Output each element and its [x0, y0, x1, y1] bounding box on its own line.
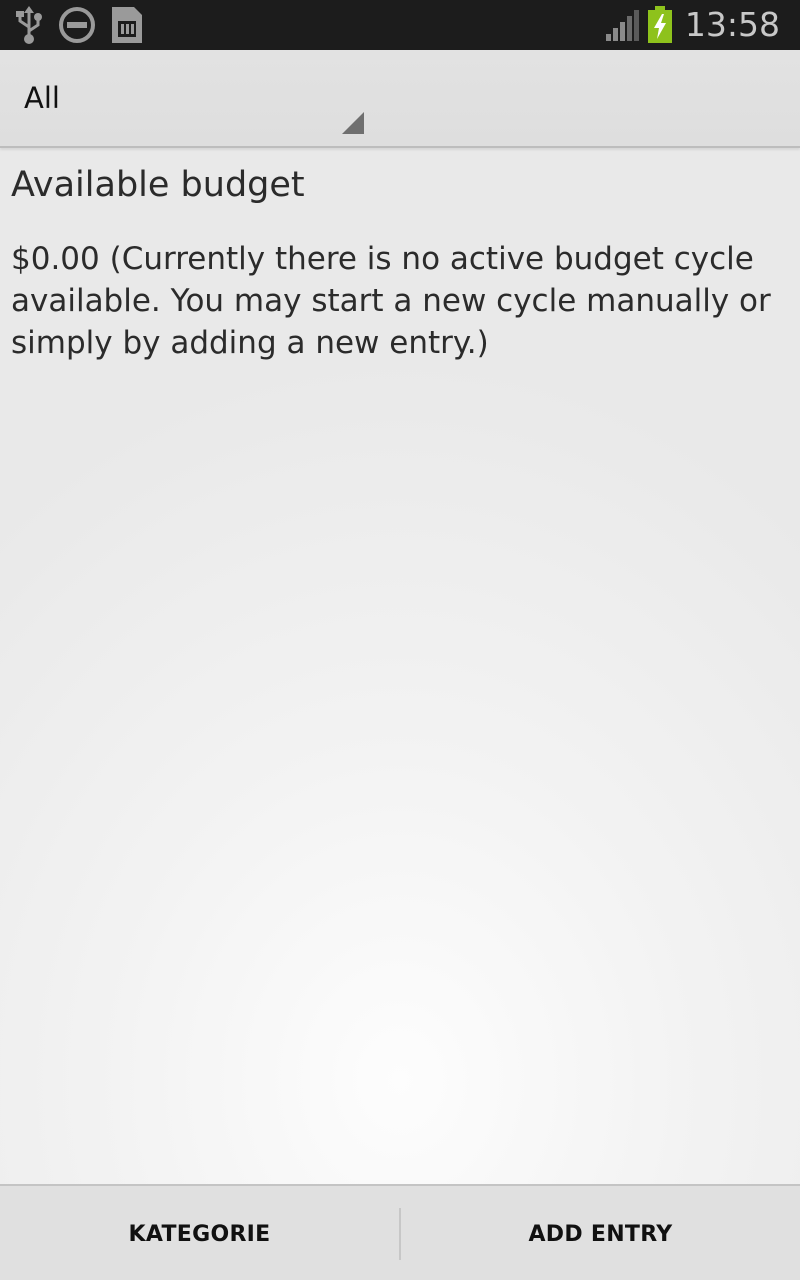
app-screen: 13:58 All Available budget $0.00 (Curren… — [0, 0, 800, 1280]
available-budget-heading: Available budget — [11, 165, 305, 205]
spinner-selected-value: All — [24, 81, 60, 115]
budget-status-message: $0.00 (Currently there is no active budg… — [11, 241, 771, 361]
status-bar: 13:58 — [0, 0, 800, 50]
bottom-button-bar: KATEGORIE ADD ENTRY — [0, 1184, 800, 1280]
dropdown-triangle-icon — [340, 110, 366, 136]
notification-icons — [14, 4, 144, 46]
kategorie-button[interactable]: KATEGORIE — [0, 1186, 399, 1280]
usb-icon — [14, 5, 44, 45]
do-not-disturb-icon — [58, 6, 96, 44]
action-bar: All — [0, 50, 800, 148]
battery-charging-icon — [647, 6, 673, 44]
sim-card-icon — [110, 5, 144, 45]
status-clock: 13:58 — [684, 5, 780, 44]
system-indicators: 13:58 — [605, 4, 780, 46]
signal-icon — [605, 8, 639, 42]
add-entry-button[interactable]: ADD ENTRY — [401, 1186, 800, 1280]
budget-summary: Available budget $0.00 (Currently there … — [11, 160, 786, 364]
category-filter-spinner[interactable]: All — [0, 50, 380, 146]
